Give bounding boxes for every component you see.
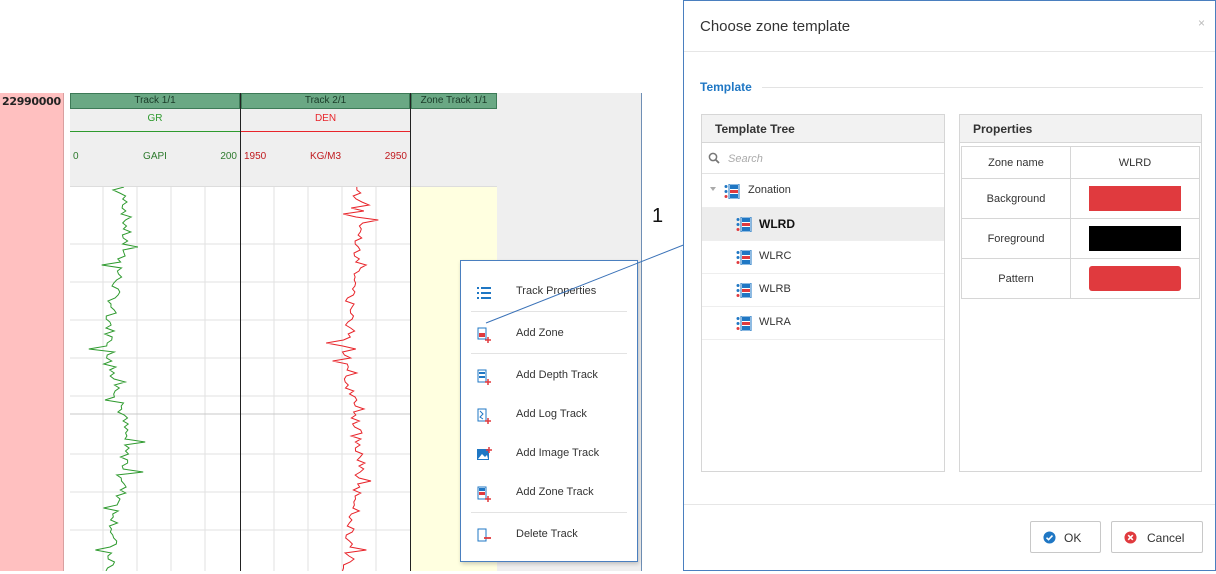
depth-track[interactable]: 22990000	[0, 93, 64, 571]
properties-panel: Properties Zone name WLRD Background For…	[959, 114, 1202, 472]
tree-node-label: WLRC	[759, 250, 792, 262]
curve-name: DEN	[314, 113, 337, 124]
tree-node-label: WLRA	[759, 316, 791, 328]
caret-down-icon[interactable]	[710, 187, 716, 191]
track-header: DEN KG/M3 1950 2950	[241, 109, 410, 187]
gr-curve-plot	[70, 186, 240, 572]
menu-label: Add Log Track	[516, 408, 587, 420]
template-tree-panel: Template Tree Zonation WLRD	[701, 114, 945, 472]
curve-legend-line	[70, 131, 240, 132]
track-body[interactable]	[70, 186, 240, 572]
add-image-track-icon	[477, 447, 492, 460]
menu-item-add-log-track[interactable]: Add Log Track	[461, 398, 637, 432]
curve-name: GR	[147, 113, 163, 124]
dialog-title: Choose zone template	[700, 18, 851, 35]
scale-min: 0	[73, 151, 79, 162]
den-curve	[326, 186, 379, 572]
search-row	[702, 143, 944, 174]
add-depth-track-icon	[477, 369, 491, 385]
track-den[interactable]: Track 2/1 DEN KG/M3 1950 2950	[240, 93, 411, 572]
zonation-icon	[724, 184, 740, 199]
scale-min: 1950	[244, 151, 267, 162]
template-tree-header: Template Tree	[702, 115, 944, 143]
track-header: GR GAPI 0 200	[70, 109, 240, 187]
template-section-label: Template	[700, 80, 752, 94]
check-circle-icon	[1043, 531, 1056, 544]
curve-legend-line	[241, 131, 410, 132]
track-title[interactable]: Track 2/1	[241, 93, 410, 109]
tree-node-label: Zonation	[748, 184, 791, 196]
tree-node-wlra[interactable]: WLRA	[702, 307, 944, 340]
ok-button[interactable]: OK	[1030, 521, 1101, 553]
property-row-zone-name: Zone name WLRD	[961, 146, 1200, 179]
ok-label: OK	[1064, 531, 1082, 545]
menu-label: Add Zone Track	[516, 486, 594, 498]
property-row-background: Background	[961, 178, 1200, 219]
tree-node-zonation[interactable]: Zonation	[702, 175, 944, 208]
property-label: Background	[961, 178, 1071, 219]
add-zone-icon	[477, 327, 491, 343]
properties-table: Zone name WLRD Background Foreground Pat…	[961, 146, 1200, 299]
cancel-circle-icon	[1124, 531, 1137, 544]
zone-icon	[736, 217, 752, 232]
pattern-swatch[interactable]	[1089, 266, 1181, 291]
scale-row: GAPI 0 200	[70, 151, 240, 165]
track-gr[interactable]: Track 1/1 GR GAPI 0 200	[70, 93, 240, 572]
list-icon	[477, 287, 491, 299]
cancel-button[interactable]: Cancel	[1111, 521, 1203, 553]
search-input[interactable]	[726, 149, 926, 169]
menu-label: Add Zone	[516, 327, 564, 339]
menu-item-delete-track[interactable]: Delete Track	[461, 518, 637, 552]
tree-node-label: WLRD	[759, 217, 795, 231]
zone-icon	[736, 316, 752, 331]
track-title[interactable]: Track 1/1	[70, 93, 240, 109]
properties-header: Properties	[960, 115, 1201, 143]
add-log-track-icon	[477, 408, 491, 424]
menu-item-track-properties[interactable]: Track Properties	[461, 275, 637, 309]
menu-label: Add Image Track	[516, 447, 600, 459]
scale-unit: GAPI	[143, 151, 167, 162]
menu-item-add-image-track[interactable]: Add Image Track	[461, 437, 637, 471]
menu-label: Delete Track	[516, 528, 578, 540]
property-label: Foreground	[961, 218, 1071, 259]
annotation-number: 1	[652, 205, 664, 227]
scale-max: 200	[220, 151, 237, 162]
menu-item-add-zone-track[interactable]: Add Zone Track	[461, 476, 637, 510]
menu-item-add-depth-track[interactable]: Add Depth Track	[461, 359, 637, 393]
menu-item-add-zone[interactable]: Add Zone	[461, 317, 637, 351]
tree-node-wlrb[interactable]: WLRB	[702, 274, 944, 307]
property-label: Zone name	[961, 146, 1071, 179]
track-context-menu: Track Properties Add Zone Add Depth Trac…	[460, 260, 638, 562]
tree-node-wlrc[interactable]: WLRC	[702, 241, 944, 274]
zone-icon	[736, 250, 752, 265]
cancel-label: Cancel	[1147, 531, 1185, 545]
property-label: Pattern	[961, 258, 1071, 299]
den-curve-plot	[241, 186, 411, 572]
track-header	[411, 109, 497, 187]
zone-name-value[interactable]: WLRD	[1070, 146, 1200, 179]
tree-node-wlrd[interactable]: WLRD	[702, 208, 944, 241]
property-row-foreground: Foreground	[961, 218, 1200, 259]
property-row-pattern: Pattern	[961, 258, 1200, 299]
menu-label: Track Properties	[516, 285, 597, 297]
add-zone-track-icon	[477, 486, 491, 502]
foreground-color-swatch[interactable]	[1089, 226, 1181, 251]
zone-icon	[736, 283, 752, 298]
close-icon[interactable]: ×	[1198, 16, 1205, 30]
menu-label: Add Depth Track	[516, 369, 598, 381]
track-body[interactable]	[241, 186, 411, 572]
background-color-swatch[interactable]	[1089, 186, 1181, 211]
track-title[interactable]: Zone Track 1/1	[411, 93, 497, 109]
choose-zone-template-dialog: Choose zone template × Template Template…	[683, 0, 1216, 571]
tree-node-label: WLRB	[759, 283, 791, 295]
scale-max: 2950	[384, 151, 407, 162]
search-icon	[708, 152, 720, 164]
depth-label: 22990000	[2, 95, 61, 108]
scale-row: KG/M3 1950 2950	[241, 151, 410, 165]
delete-track-icon	[477, 528, 491, 542]
